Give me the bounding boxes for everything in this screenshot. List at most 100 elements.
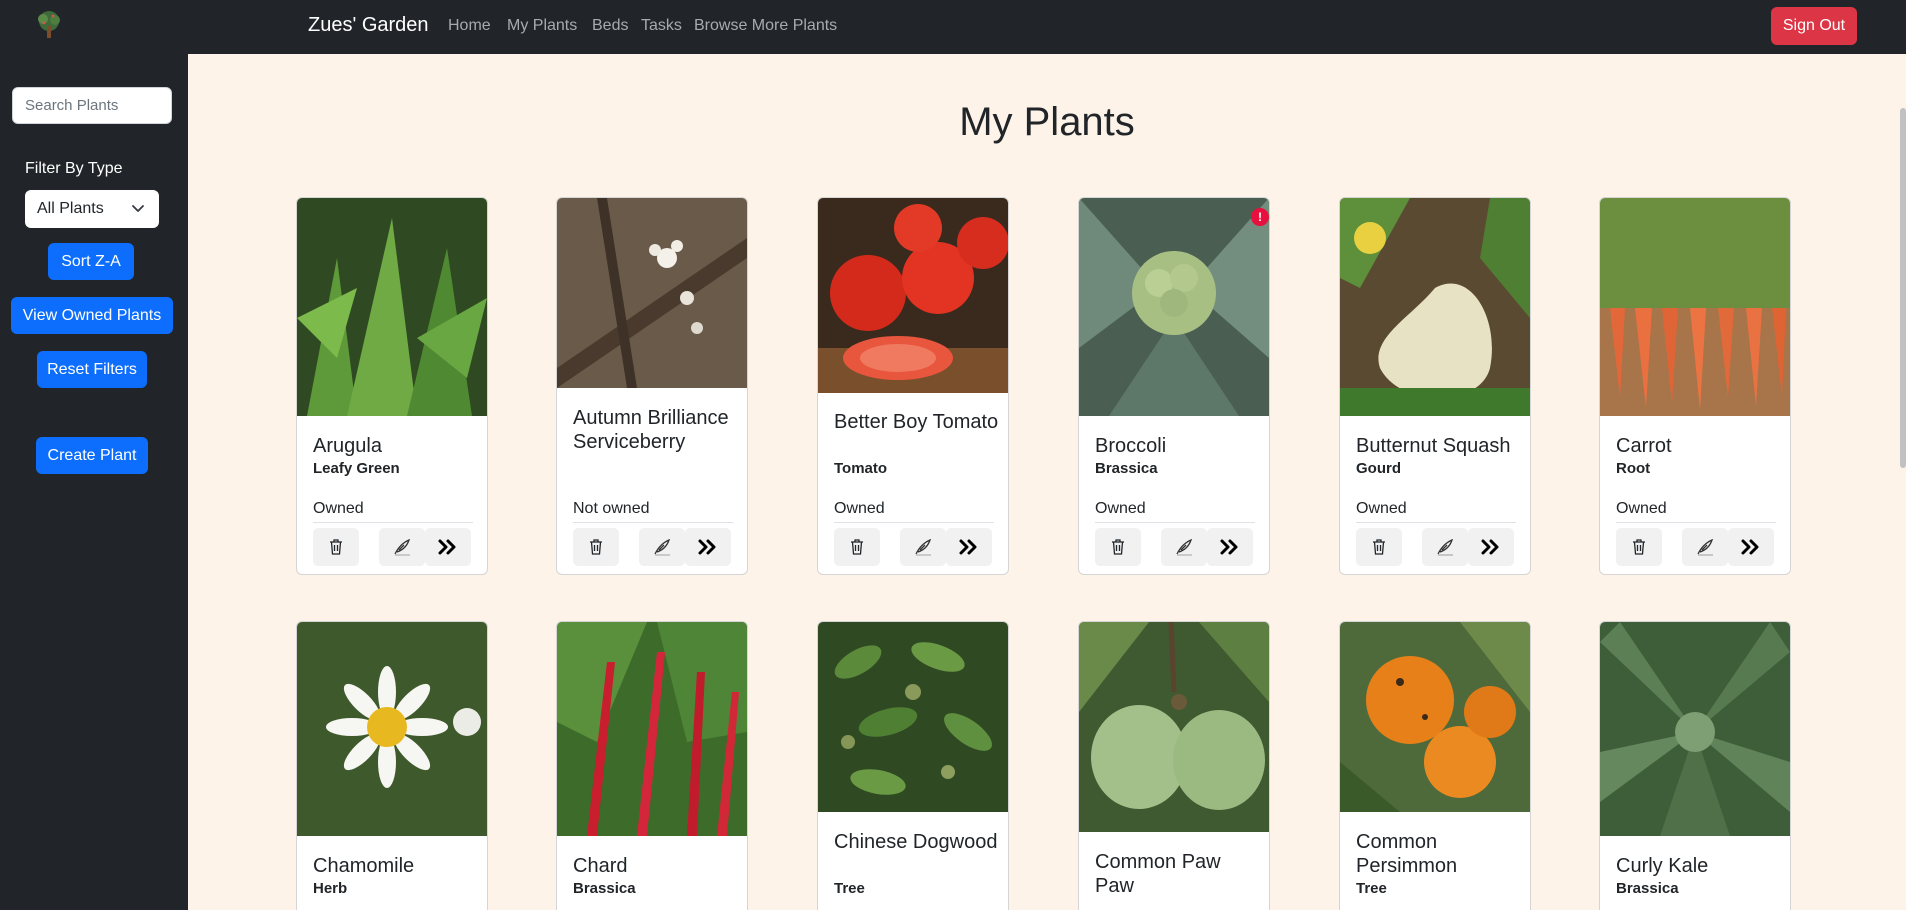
divider [573, 522, 733, 523]
plant-card-chamomile[interactable]: Chamomile Herb [296, 621, 488, 910]
delete-button[interactable] [834, 528, 880, 566]
divider [834, 522, 994, 523]
edit-button[interactable] [1422, 528, 1468, 566]
delete-button[interactable] [1356, 528, 1402, 566]
edit-button[interactable] [1682, 528, 1728, 566]
double-chevron-right-icon [959, 539, 977, 555]
plant-card-arugula[interactable]: Arugula Leafy Green Owned [296, 197, 488, 575]
edit-button[interactable] [379, 528, 425, 566]
details-button[interactable] [425, 528, 471, 566]
delete-button[interactable] [1616, 528, 1662, 566]
edit-button[interactable] [639, 528, 685, 566]
nav-my-plants[interactable]: My Plants [507, 17, 577, 35]
plant-card-carrot[interactable]: Carrot Root Owned [1599, 197, 1791, 575]
plant-card-autumn-brilliance-serviceberry[interactable]: Autumn Brilliance Serviceberry Not owned [556, 197, 748, 575]
plant-image[interactable] [1600, 622, 1790, 836]
plant-name: Curly Kale [1616, 855, 1709, 877]
double-chevron-right-icon [1220, 539, 1238, 555]
plant-image[interactable] [297, 198, 487, 416]
divider [1616, 522, 1776, 523]
reset-filters-button[interactable]: Reset Filters [37, 351, 147, 388]
plant-image[interactable] [818, 622, 1008, 812]
divider [313, 522, 473, 523]
plant-image[interactable] [1079, 622, 1269, 832]
quill-edit-icon [654, 538, 671, 556]
brand-title[interactable]: Zues' Garden [308, 14, 429, 37]
plant-name: Broccoli [1095, 435, 1167, 457]
sidebar: Filter By Type All Plants Sort Z-A View … [0, 54, 188, 910]
plant-type: Leafy Green [313, 460, 400, 477]
nav-browse-more-plants[interactable]: Browse More Plants [694, 17, 837, 35]
plant-image[interactable] [557, 198, 747, 388]
plant-name: Butternut Squash [1356, 435, 1511, 457]
top-navbar: Zues' Garden Home My Plants Beds Tasks B… [0, 0, 1906, 54]
plant-type: Herb [313, 880, 348, 897]
plant-card-broccoli[interactable]: ! Broccoli Brassica Owned [1078, 197, 1270, 575]
details-button[interactable] [1728, 528, 1774, 566]
edit-button[interactable] [1161, 528, 1207, 566]
ownership-status: Not owned [573, 500, 650, 517]
edit-button[interactable] [900, 528, 946, 566]
plant-name: Chinese Dogwood [834, 831, 998, 853]
plant-type: Brassica [1095, 460, 1158, 477]
nav-tasks[interactable]: Tasks [641, 17, 682, 35]
filter-type-value: All Plants [37, 200, 104, 217]
double-chevron-right-icon [698, 539, 716, 555]
plant-card-better-boy-tomato[interactable]: Better Boy Tomato Tomato Owned [817, 197, 1009, 575]
plant-image[interactable] [1600, 198, 1790, 416]
plant-card-chard[interactable]: Chard Brassica [556, 621, 748, 910]
details-button[interactable] [1207, 528, 1253, 566]
plant-name: Common Persimmon [1356, 831, 1458, 877]
page-scrollbar[interactable] [1900, 108, 1906, 468]
trash-icon [590, 539, 602, 555]
plant-image[interactable] [1079, 198, 1269, 416]
delete-button[interactable] [1095, 528, 1141, 566]
details-button[interactable] [1468, 528, 1514, 566]
plant-card-common-persimmon[interactable]: Common Persimmon Tree [1339, 621, 1531, 910]
plant-type: Brassica [1616, 880, 1679, 897]
double-chevron-right-icon [438, 539, 456, 555]
trash-icon [851, 539, 863, 555]
plant-name: Carrot [1616, 435, 1672, 457]
plant-name: Common Paw Paw [1095, 851, 1221, 897]
plant-type: Brassica [573, 880, 636, 897]
chevron-down-icon [132, 205, 144, 212]
ownership-status: Owned [313, 500, 364, 517]
delete-button[interactable] [573, 528, 619, 566]
plant-image[interactable] [557, 622, 747, 836]
nav-home[interactable]: Home [448, 17, 491, 35]
plant-type: Tree [1356, 880, 1387, 897]
create-plant-button[interactable]: Create Plant [36, 437, 148, 474]
filter-by-type-label: Filter By Type [25, 160, 123, 177]
search-input[interactable] [12, 87, 172, 124]
sort-z-a-button[interactable]: Sort Z-A [48, 243, 134, 280]
quill-edit-icon [1437, 538, 1454, 556]
plant-name: Chamomile [313, 855, 415, 877]
plant-image[interactable] [818, 198, 1008, 393]
sign-out-button[interactable]: Sign Out [1771, 7, 1857, 45]
quill-edit-icon [1697, 538, 1714, 556]
plant-image[interactable] [1340, 198, 1530, 416]
tree-logo-icon[interactable] [34, 10, 64, 40]
details-button[interactable] [946, 528, 992, 566]
details-button[interactable] [685, 528, 731, 566]
view-owned-plants-button[interactable]: View Owned Plants [11, 297, 173, 334]
ownership-status: Owned [1095, 500, 1146, 517]
plant-card-curly-kale[interactable]: Curly Kale Brassica [1599, 621, 1791, 910]
nav-beds[interactable]: Beds [592, 17, 628, 35]
page-title: My Plants [959, 100, 1135, 144]
plant-image[interactable] [297, 622, 487, 836]
ownership-status: Owned [1356, 500, 1407, 517]
plant-name: Chard [573, 855, 628, 877]
delete-button[interactable] [313, 528, 359, 566]
plant-image[interactable] [1340, 622, 1530, 812]
plant-card-common-paw-paw[interactable]: Common Paw Paw [1078, 621, 1270, 910]
trash-icon [1373, 539, 1385, 555]
filter-type-select[interactable]: All Plants [25, 190, 159, 228]
alert-badge[interactable]: ! [1251, 208, 1269, 226]
divider [1095, 522, 1255, 523]
double-chevron-right-icon [1741, 539, 1759, 555]
divider [1356, 522, 1516, 523]
plant-card-butternut-squash[interactable]: Butternut Squash Gourd Owned [1339, 197, 1531, 575]
plant-card-chinese-dogwood[interactable]: Chinese Dogwood Tree [817, 621, 1009, 910]
